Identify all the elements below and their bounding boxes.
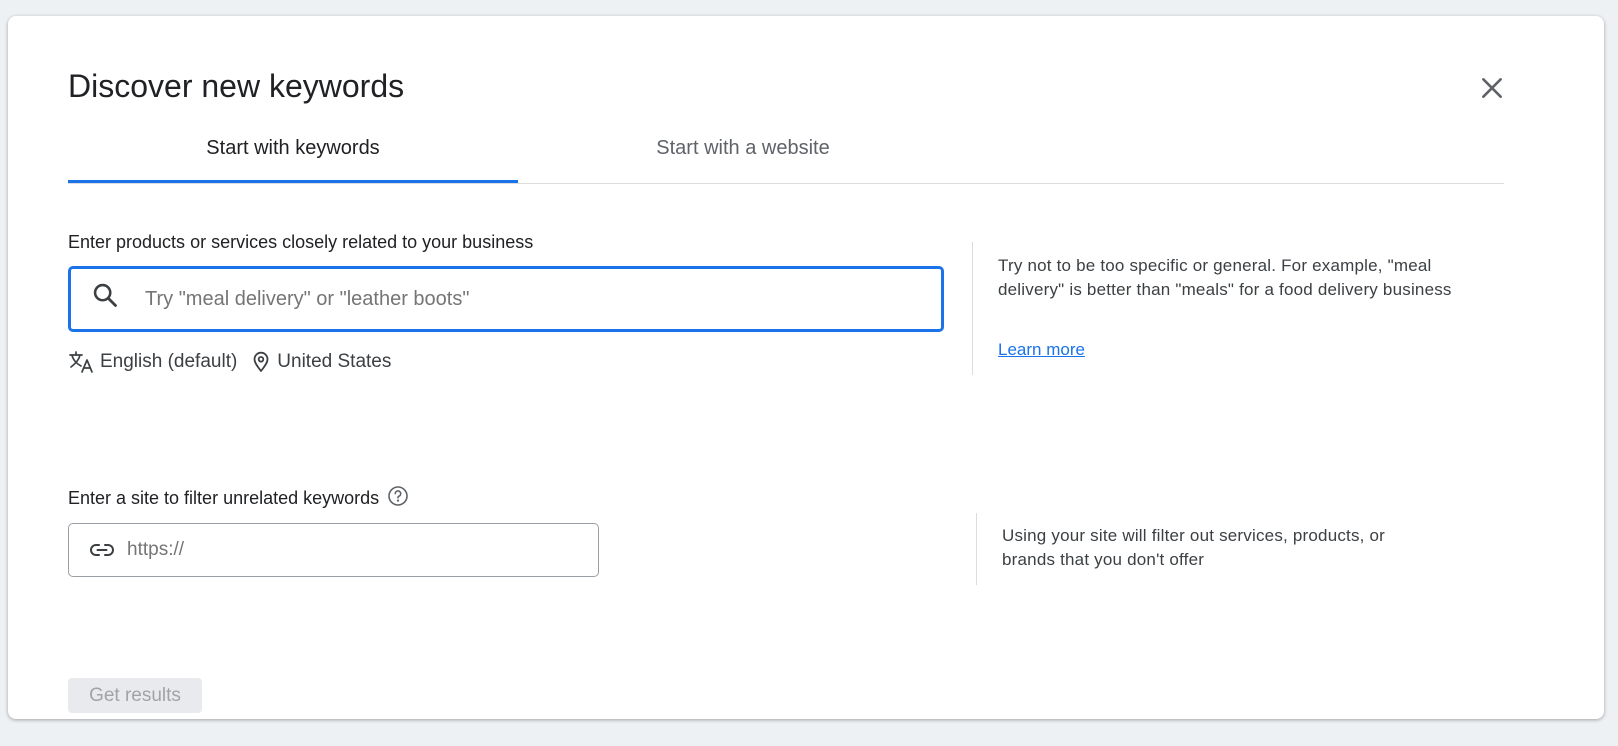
tab-start-with-keywords[interactable]: Start with keywords (68, 116, 518, 183)
site-url-field[interactable] (68, 523, 599, 577)
products-search-input[interactable] (143, 286, 907, 312)
discover-keywords-dialog: Discover new keywords Start with keyword… (8, 16, 1604, 719)
tab-label: Start with a website (656, 136, 830, 159)
link-icon (90, 544, 114, 556)
site-url-input[interactable] (125, 538, 569, 562)
products-field-label: Enter products or services closely relat… (68, 232, 534, 252)
site-field-label-row: Enter a site to filter unrelated keyword… (68, 485, 409, 509)
location-selector[interactable]: United States (251, 351, 391, 373)
location-pin-icon (253, 351, 269, 372)
learn-more-link[interactable]: Learn more (998, 340, 1085, 360)
language-label: English (default) (100, 351, 238, 372)
close-icon (1482, 78, 1502, 98)
close-button[interactable] (1468, 64, 1516, 112)
translate-icon (69, 351, 93, 373)
site-help-text: Using your site will filter out services… (1002, 526, 1386, 569)
products-help-text: Try not to be too specific or general. F… (998, 256, 1452, 299)
dialog-title: Discover new keywords (68, 68, 405, 104)
language-selector[interactable]: English (default) (68, 350, 237, 374)
help-circle-icon[interactable] (387, 485, 409, 507)
tab-start-with-website[interactable]: Start with a website (518, 116, 968, 180)
targeting-row: English (default) United States (68, 350, 391, 374)
vertical-divider (976, 513, 977, 585)
tab-label: Start with keywords (206, 136, 380, 159)
search-icon (93, 283, 117, 307)
location-label: United States (277, 351, 392, 372)
tab-bar: Start with keywords Start with a website (68, 116, 1504, 184)
vertical-divider (972, 242, 973, 375)
site-field-label: Enter a site to filter unrelated keyword… (68, 488, 380, 508)
products-search-field[interactable] (68, 266, 944, 332)
get-results-button[interactable]: Get results (68, 678, 202, 713)
